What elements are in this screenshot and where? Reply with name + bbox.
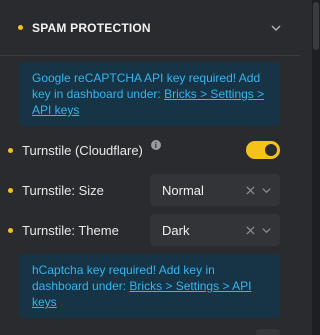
hcaptcha-notice: hCaptcha key required! Add key in dashbo… [20, 254, 280, 318]
scrollbar-thumb[interactable] [313, 2, 319, 50]
scrollbar[interactable] [312, 0, 320, 335]
field-indicator-dot [8, 227, 13, 233]
close-icon[interactable] [246, 225, 255, 235]
turnstile-size-value: Normal [162, 182, 204, 198]
field-indicator-dot [8, 187, 13, 193]
close-icon[interactable] [246, 185, 255, 195]
turnstile-theme-row: Turnstile: Theme Dark [0, 210, 300, 250]
next-control-button[interactable] [256, 329, 280, 335]
toggle-knob [265, 144, 277, 156]
recaptcha-notice: Google reCAPTCHA API key required! Add k… [20, 62, 280, 126]
turnstile-size-label: Turnstile: Size [22, 182, 104, 198]
turnstile-size-row: Turnstile: Size Normal [0, 170, 300, 210]
turnstile-label: Turnstile (Cloudflare) [22, 142, 143, 158]
chevron-down-icon[interactable] [261, 225, 272, 236]
turnstile-theme-select[interactable]: Dark [150, 214, 280, 246]
field-indicator-dot [8, 147, 13, 153]
turnstile-size-select[interactable]: Normal [150, 174, 280, 206]
info-icon[interactable]: i [150, 140, 161, 150]
turnstile-toggle[interactable] [246, 141, 280, 159]
chevron-down-icon[interactable] [270, 22, 282, 34]
turnstile-theme-label: Turnstile: Theme [22, 222, 119, 238]
section-header-spam-protection[interactable]: SPAM PROTECTION [0, 0, 300, 56]
spam-protection-panel: SPAM PROTECTION Google reCAPTCHA API key… [0, 0, 300, 335]
section-indicator-dot [18, 25, 23, 30]
chevron-down-icon[interactable] [261, 185, 272, 196]
turnstile-row: Turnstile (Cloudflare) i [0, 130, 300, 170]
section-title: SPAM PROTECTION [32, 20, 151, 35]
turnstile-theme-value: Dark [162, 222, 190, 238]
